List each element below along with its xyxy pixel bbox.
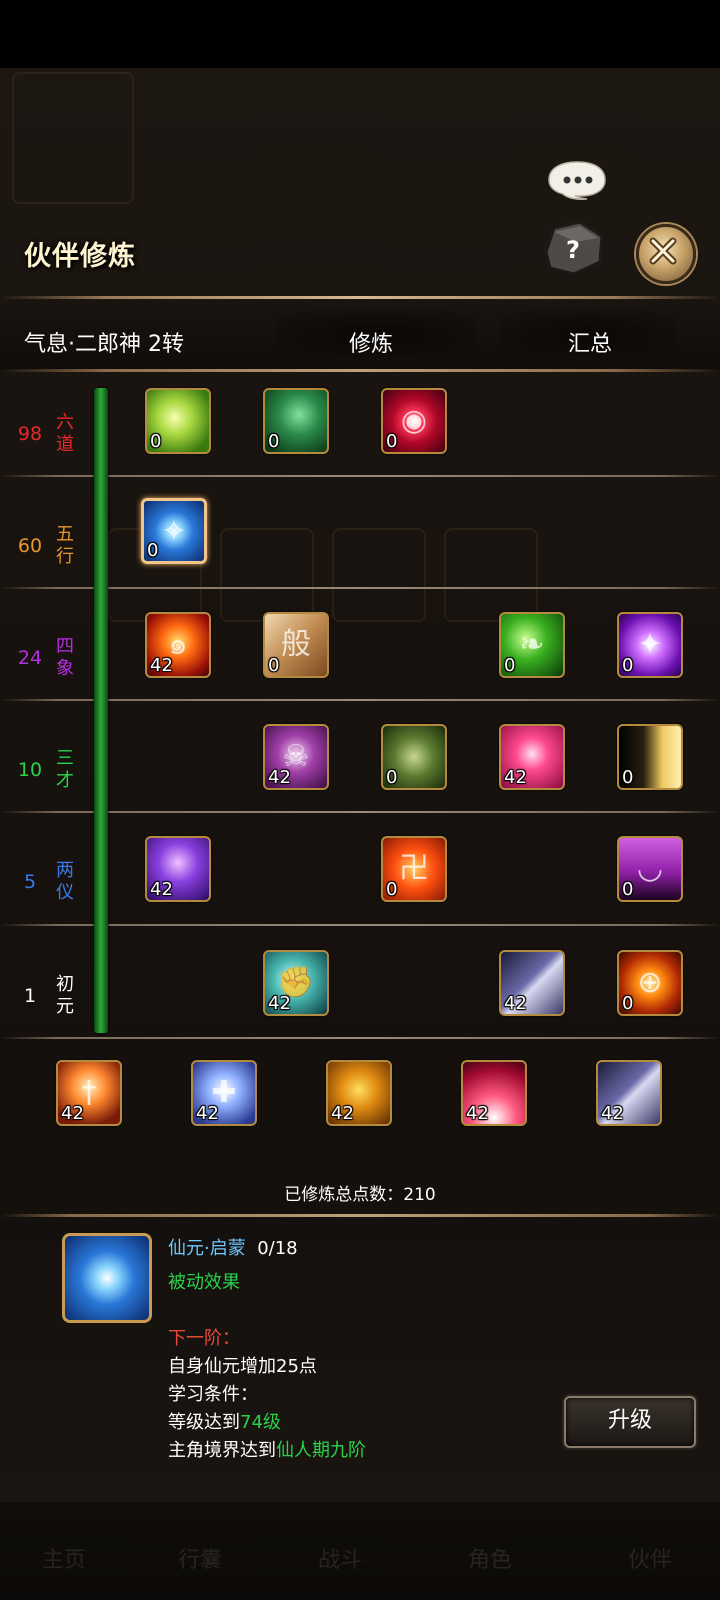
skill-slot[interactable]: 42 [326,1060,392,1126]
skill-slot[interactable]: 0 [617,724,683,790]
tab-summary[interactable]: 汇总 [568,326,612,358]
skill-level: 42 [601,1103,624,1124]
svg-text:?: ? [566,236,580,264]
skill-slot[interactable]: ◡ 0 [617,836,683,902]
tier-name: 五行 [56,524,74,567]
skill-level: 0 [386,879,398,900]
help-button[interactable]: ? [540,218,606,278]
condition-realm: 主角境界达到仙人期九阶 [168,1440,366,1461]
skill-level: 0 [386,767,398,788]
skill-slot[interactable]: 卍0 [381,836,447,902]
close-button[interactable] [636,224,696,284]
tier-level: 10 [17,759,43,781]
tier-level: 98 [17,423,43,445]
skill-level: 42 [504,767,527,788]
skill-level: 42 [61,1103,84,1124]
nav-role: 角色 [467,1548,512,1573]
nav-partner: 伙伴 [627,1548,672,1573]
speech-bubble-icon[interactable] [545,160,611,200]
skill-level: 0 [150,431,162,452]
skill-slot[interactable]: 42 [596,1060,662,1126]
tabs-divider [0,369,720,372]
nav-bag: 行囊 [177,1548,222,1573]
condition-label: 学习条件： [168,1384,258,1405]
tier-level: 1 [23,985,37,1007]
skill-slot[interactable]: 0 [381,724,447,790]
skill-title: 仙元·启蒙 0/18 [168,1234,298,1260]
skill-level: 0 [268,655,280,676]
skill-slot[interactable]: ✚ 42 [191,1060,257,1126]
tier-divider [0,924,720,926]
skill-level: 42 [268,993,291,1014]
skill-level: 0 [622,879,634,900]
tier-level: 60 [17,535,43,557]
bg-card [332,528,426,622]
skill-level: 42 [504,993,527,1014]
tier-name: 四象 [56,636,74,679]
skill-slot[interactable]: ☠ 42 [263,724,329,790]
tier-name: 三才 [56,748,74,791]
blue-vortex-icon [62,1233,152,1323]
skill-slot[interactable]: 42 [499,724,565,790]
progress-track [94,388,108,1033]
skill-name: 仙元·启蒙 [168,1238,246,1259]
nav-battle: 战斗 [317,1548,362,1573]
skill-level: 0 [504,655,516,676]
skill-level: 42 [268,767,291,788]
skill-slot[interactable]: † 42 [56,1060,122,1126]
next-level-effect: 自身仙元增加25点 [168,1356,317,1377]
status-bar [0,0,720,68]
skill-progress: 0/18 [257,1238,298,1259]
tier-divider [0,699,720,701]
header-divider [0,296,720,299]
skill-level: 42 [150,879,173,900]
skill-slot[interactable]: ◉ 0 [381,388,447,454]
skill-slot[interactable]: 42 [145,836,211,902]
bottom-nav: 主页 行囊 战斗 角色 伙伴 [0,1502,720,1600]
tier-divider [0,811,720,813]
skill-type: 被动效果 [168,1272,240,1293]
tier-name: 初元 [56,974,74,1017]
skill-level: 42 [150,655,173,676]
skill-slot[interactable]: 0 [145,388,211,454]
skill-slot[interactable]: ๑ 42 [145,612,211,678]
bg-card [444,528,538,622]
skill-slot[interactable]: 42 [461,1060,527,1126]
bg-card [220,528,314,622]
tier-name: 两仪 [56,860,74,903]
tier-divider [0,1037,720,1039]
tier-level: 24 [17,647,43,669]
skill-level: 0 [622,993,634,1014]
upgrade-button[interactable]: 升级 [564,1396,696,1448]
tier-divider [0,475,720,477]
page-title: 伙伴修炼 [24,241,136,272]
skill-slot[interactable]: ✧ 0 [141,498,207,564]
nav-home: 主页 [41,1548,86,1573]
tab-partner-name[interactable]: 气息·二郎神 2转 [24,326,184,358]
tier-divider [0,587,720,589]
close-x-icon [649,237,677,265]
skill-level: 0 [147,540,159,561]
skill-level: 42 [196,1103,219,1124]
skill-level: 42 [466,1103,489,1124]
condition-level: 等级达到74级 [168,1412,281,1433]
skill-level: 0 [268,431,280,452]
total-points: 已修炼总点数：210 [284,1185,436,1205]
skill-slot[interactable]: ✊ 42 [263,950,329,1016]
tier-name: 六道 [56,412,74,455]
skill-slot[interactable]: ✦ 0 [617,612,683,678]
skill-level: 0 [386,431,398,452]
skill-slot[interactable]: 42 [499,950,565,1016]
tab-train[interactable]: 修炼 [349,326,393,358]
bg-avatar-frame [12,72,134,204]
skill-level: 0 [622,655,634,676]
next-level-label: 下一阶： [168,1328,240,1349]
skill-slot[interactable]: ❧ 0 [499,612,565,678]
skill-slot[interactable]: ⊕ 0 [617,950,683,1016]
skill-slot[interactable]: 般0 [263,612,329,678]
skill-slot[interactable]: 0 [263,388,329,454]
skill-level: 42 [331,1103,354,1124]
skill-level: 0 [622,767,634,788]
tier-level: 5 [23,871,37,893]
